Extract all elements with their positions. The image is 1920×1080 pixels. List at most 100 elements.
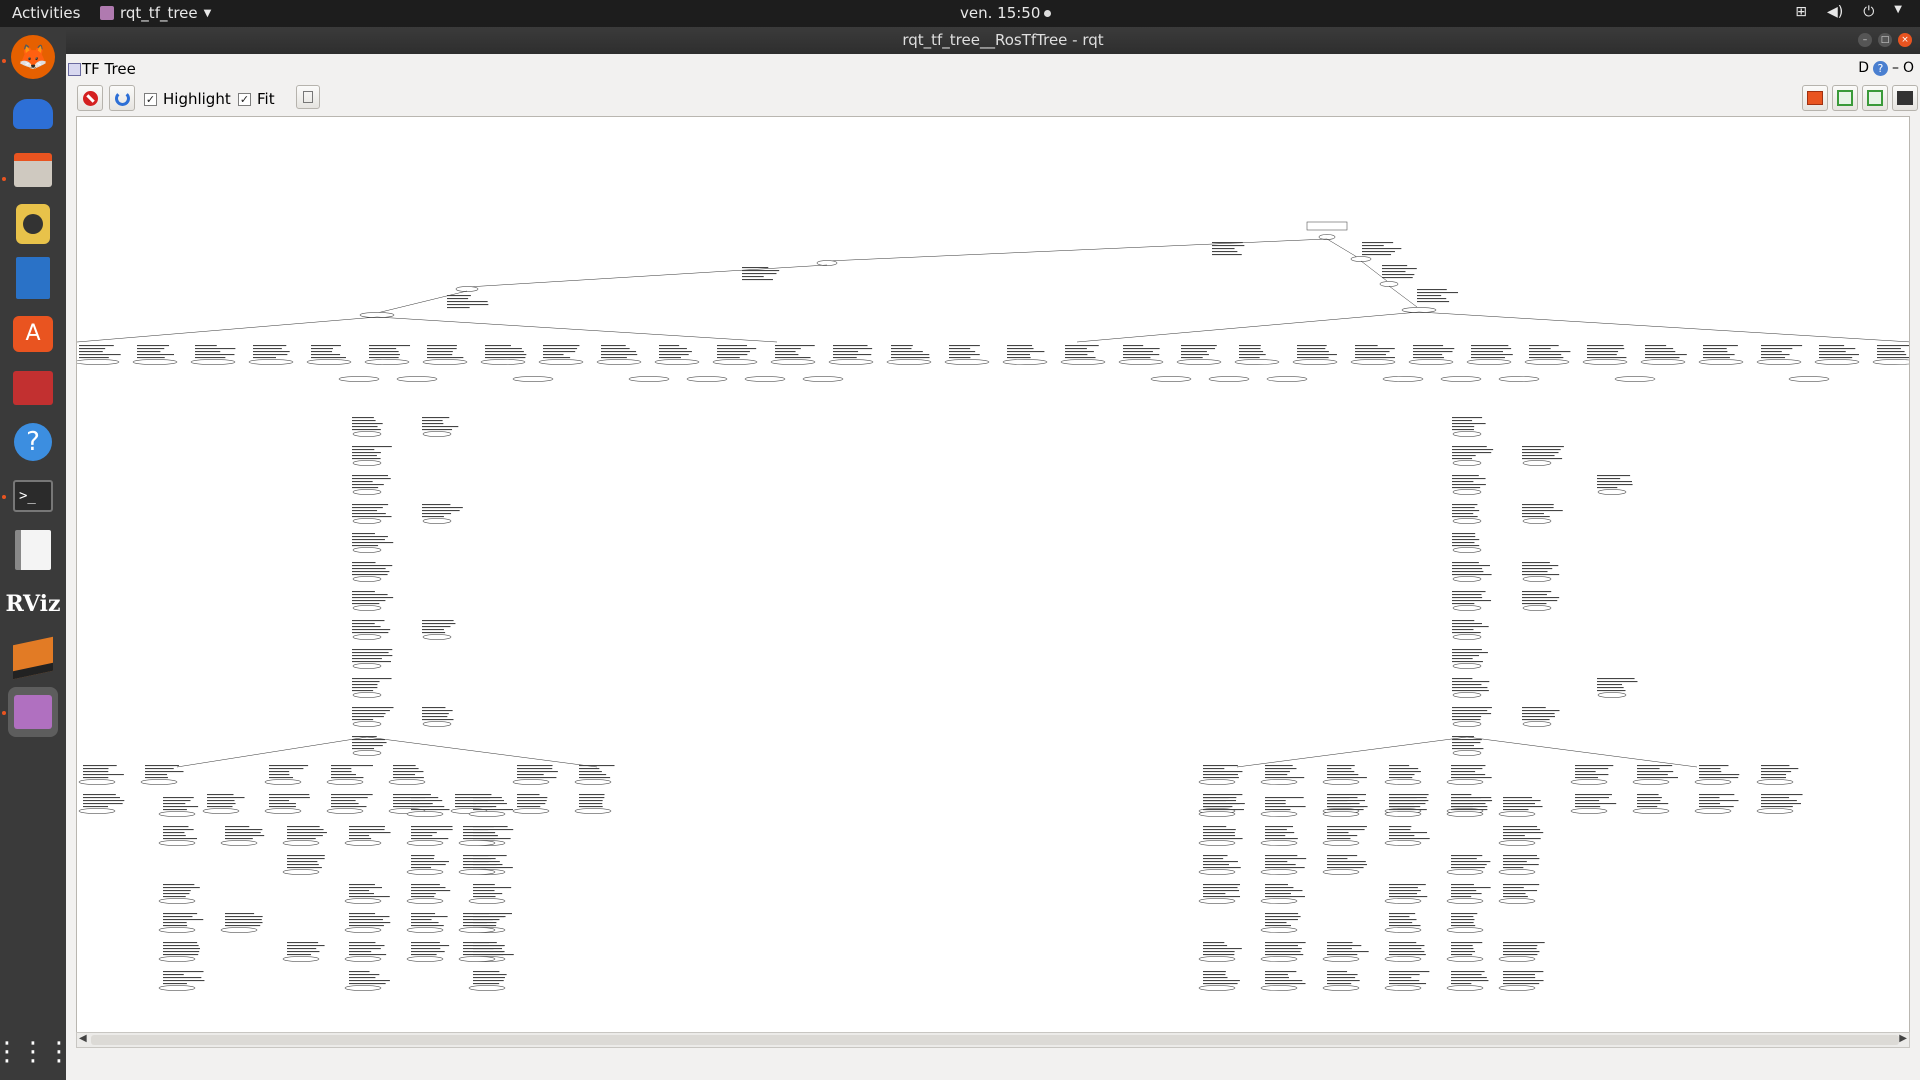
tf-frame-node[interactable] (1498, 985, 1536, 991)
screenshot-button[interactable] (1892, 85, 1918, 111)
tf-frame-node[interactable] (1694, 808, 1732, 814)
tf-frame-node[interactable] (512, 779, 550, 785)
tf-frame-node[interactable] (1002, 359, 1048, 365)
tf-frame-node[interactable] (1446, 779, 1484, 785)
help-icon[interactable]: ? (8, 417, 58, 467)
minimize-plugin-button[interactable]: – (1892, 60, 1899, 76)
tf-frame-node[interactable] (1384, 811, 1422, 817)
tf-frame-node[interactable] (220, 840, 258, 846)
tf-frame-node[interactable] (1522, 576, 1552, 582)
tf-frame-node[interactable] (1350, 256, 1372, 262)
tf-frame-node[interactable] (1446, 927, 1484, 933)
tf-frame-node[interactable] (816, 260, 838, 266)
tf-frame-node[interactable] (1260, 985, 1298, 991)
tf-frame-node[interactable] (344, 840, 382, 846)
tf-frame-node[interactable] (1322, 811, 1360, 817)
text-editor-icon[interactable] (8, 525, 58, 575)
tf-frame-node[interactable] (574, 808, 612, 814)
tf-frame-node[interactable] (190, 359, 236, 365)
tf-frame-node[interactable] (158, 840, 196, 846)
tf-frame-node[interactable] (1756, 779, 1794, 785)
tf-frame-node[interactable] (78, 808, 116, 814)
tf-frame-node[interactable] (406, 840, 444, 846)
tf-frame-node[interactable] (480, 359, 526, 365)
tf-frame-node[interactable] (512, 376, 554, 382)
tf-frame-node[interactable] (1176, 359, 1222, 365)
tf-frame-node[interactable] (396, 376, 438, 382)
tf-frame-node[interactable] (352, 750, 382, 756)
tf-frame-node[interactable] (220, 927, 258, 933)
tf-tree-graph[interactable] (77, 117, 1910, 1046)
tf-frame-node[interactable] (422, 634, 452, 640)
tf-frame-node[interactable] (352, 721, 382, 727)
tf-frame-node[interactable] (422, 518, 452, 524)
clock[interactable]: ven. 15:50 (960, 4, 1052, 22)
fit-in-view-button[interactable] (296, 85, 320, 109)
tf-frame-node[interactable] (352, 547, 382, 553)
tf-frame-node[interactable] (1150, 376, 1192, 382)
rhythmbox-icon[interactable] (8, 199, 58, 249)
tf-frame-node[interactable] (77, 359, 120, 365)
close-plugin-button[interactable]: O (1903, 60, 1914, 76)
tf-frame-node[interactable] (1872, 359, 1910, 365)
tf-frame-node[interactable] (1198, 898, 1236, 904)
tf-frame-node[interactable] (1614, 376, 1656, 382)
help-icon[interactable]: ? (1872, 60, 1888, 76)
tf-frame-node[interactable] (1756, 359, 1802, 365)
tf-frame-node[interactable] (1408, 359, 1454, 365)
tf-frame-node[interactable] (1384, 927, 1422, 933)
tf-frame-node[interactable] (344, 927, 382, 933)
tf-frame-node[interactable] (1597, 489, 1627, 495)
rviz-icon[interactable]: RViz (5, 579, 60, 629)
tf-frame-node[interactable] (654, 359, 700, 365)
tf-frame-node[interactable] (344, 898, 382, 904)
tf-frame-node[interactable] (1260, 956, 1298, 962)
tf-frame-node[interactable] (1198, 956, 1236, 962)
tf-frame-node[interactable] (458, 927, 496, 933)
media-icon[interactable] (8, 363, 58, 413)
tf-frame-node[interactable] (458, 956, 496, 962)
tf-frame-node[interactable] (132, 359, 178, 365)
tf-frame-node[interactable] (406, 898, 444, 904)
tf-frame-node[interactable] (1260, 927, 1298, 933)
tf-frame-node[interactable] (1466, 359, 1512, 365)
firefox-icon[interactable]: 🦊 (11, 35, 55, 79)
tf-frame-node[interactable] (1632, 808, 1670, 814)
tf-frame-node[interactable] (1582, 359, 1628, 365)
tf-frame-node[interactable] (1382, 376, 1424, 382)
activities-button[interactable]: Activities (12, 4, 80, 22)
save-as-image-button[interactable] (1862, 85, 1888, 111)
tf-frame-node[interactable] (458, 869, 496, 875)
tf-frame-node[interactable] (468, 898, 506, 904)
tf-frame-node[interactable] (1260, 869, 1298, 875)
tf-frame-node[interactable] (1322, 869, 1360, 875)
tf-frame-node[interactable] (1384, 779, 1422, 785)
tf-frame-node[interactable] (352, 663, 382, 669)
tf-frame-node[interactable] (406, 956, 444, 962)
package-icon[interactable] (8, 633, 58, 683)
tf-frame-node[interactable] (468, 985, 506, 991)
app-grid-icon[interactable]: ⋮⋮⋮ (0, 1027, 72, 1077)
scrollbar-thumb[interactable] (91, 1035, 1899, 1045)
tf-frame-node[interactable] (1452, 750, 1482, 756)
tf-frame-node[interactable] (359, 312, 395, 318)
tf-frame-node[interactable] (364, 359, 410, 365)
libreoffice-writer-icon[interactable] (8, 253, 58, 303)
tf-frame-node[interactable] (352, 576, 382, 582)
save-as-dot-button[interactable] (1802, 85, 1828, 111)
tf-frame-node[interactable] (1260, 811, 1298, 817)
horizontal-scrollbar[interactable]: ◀ ▶ (76, 1032, 1910, 1048)
tf-frame-node[interactable] (944, 359, 990, 365)
tf-frame-node[interactable] (158, 985, 196, 991)
clear-button[interactable] (77, 85, 103, 111)
tf-frame-node[interactable] (282, 840, 320, 846)
tf-frame-node[interactable] (1322, 985, 1360, 991)
tf-frame-node[interactable] (1452, 634, 1482, 640)
tf-frame-node[interactable] (828, 359, 874, 365)
tf-frame-node[interactable] (1234, 359, 1280, 365)
tf-frame-node[interactable] (1446, 956, 1484, 962)
fit-checkbox[interactable]: ✓ Fit (238, 90, 275, 108)
tf-frame-node[interactable] (1384, 840, 1422, 846)
tf-frame-node[interactable] (1570, 808, 1608, 814)
tf-frame-node[interactable] (1322, 840, 1360, 846)
